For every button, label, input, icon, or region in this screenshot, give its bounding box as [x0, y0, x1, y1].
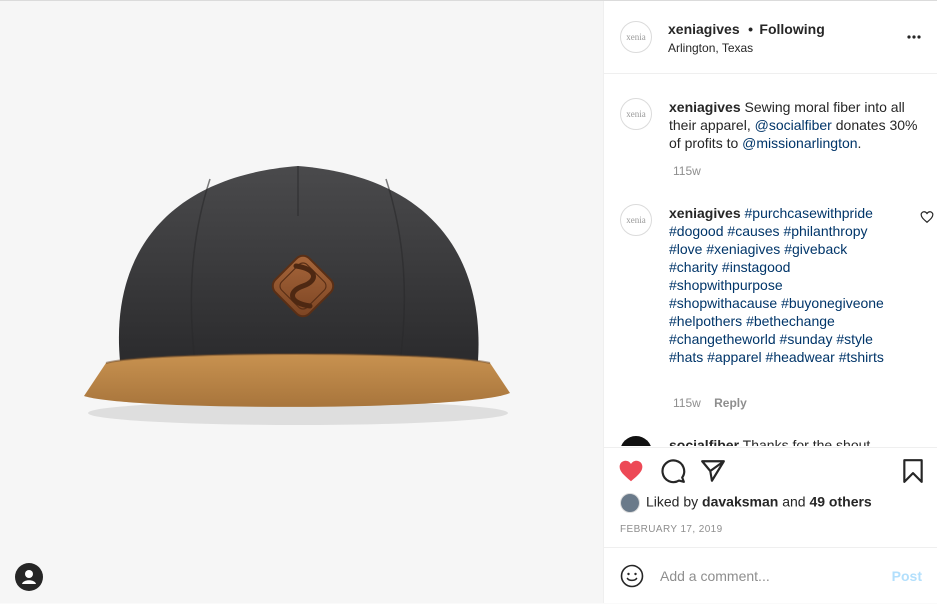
mention-link[interactable]: @socialfiber: [755, 117, 832, 133]
like-comment-heart-icon[interactable]: [920, 210, 934, 224]
hashtag-link[interactable]: #causes: [727, 223, 779, 239]
hashtag-link[interactable]: #helpothers: [669, 313, 742, 329]
hashtag-link[interactable]: #style: [836, 331, 873, 347]
avatar-text: xenia: [626, 32, 646, 42]
post-sidebar: xenia xeniagives • Following Arlington, …: [603, 1, 937, 603]
hashtag-link[interactable]: #dogood: [669, 223, 724, 239]
comment-body: Thanks for the shout: [742, 437, 871, 446]
hashtag-link[interactable]: #tshirts: [839, 349, 884, 365]
following-button[interactable]: Following: [759, 21, 824, 37]
cap-photo: [84, 166, 510, 425]
hashtag-link[interactable]: #giveback: [784, 241, 847, 257]
comment-username[interactable]: socialfiber: [669, 437, 739, 446]
hashtag-link[interactable]: #sunday: [780, 331, 833, 347]
comment-body: .: [857, 135, 862, 151]
username-link[interactable]: xeniagives: [668, 21, 740, 37]
hashtag-link[interactable]: #bethechange: [746, 313, 835, 329]
avatar-text: xenia: [626, 215, 646, 225]
comment-icon[interactable]: [660, 458, 686, 484]
likes-prefix: Liked by: [646, 493, 703, 510]
header-title-row: xeniagives • Following: [668, 21, 825, 39]
bookmark-icon[interactable]: [900, 458, 926, 484]
hashtag-link[interactable]: #love: [669, 241, 702, 257]
emoji-icon[interactable]: [620, 564, 644, 588]
post-date[interactable]: FEBRUARY 17, 2019: [620, 524, 723, 535]
post-actions: Liked by davaksman and 49 others FEBRUAR…: [604, 447, 937, 548]
reply-button[interactable]: Reply: [714, 396, 747, 410]
comment-age[interactable]: 115w: [673, 164, 701, 178]
separator-dot: •: [748, 21, 753, 37]
comment-age[interactable]: 115w: [673, 396, 701, 410]
hashtag-link[interactable]: #charity: [669, 259, 718, 275]
hashtag-link[interactable]: #instagood: [722, 259, 791, 275]
user-tag-icon[interactable]: [15, 563, 43, 591]
mention-link[interactable]: @missionarlington: [742, 135, 857, 151]
liker-avatar[interactable]: [620, 493, 640, 513]
more-options-icon[interactable]: [906, 29, 922, 45]
instagram-post: xenia xeniagives • Following Arlington, …: [0, 0, 937, 603]
partial-comment: socialfiber Thanks for the shout: [620, 434, 920, 446]
add-comment-bar: Add a comment... Post: [604, 547, 937, 604]
comment-username[interactable]: xeniagives: [669, 205, 741, 221]
hashtag-link[interactable]: #hats: [669, 349, 703, 365]
heart-filled-icon[interactable]: [618, 458, 644, 484]
hashtag-link[interactable]: #buyonegiveone: [781, 295, 884, 311]
post-media[interactable]: [0, 1, 603, 603]
hashtag-link[interactable]: #apparel: [707, 349, 762, 365]
avatar[interactable]: xenia: [620, 21, 652, 53]
caption-comment: xenia xeniagives Sewing moral fiber into…: [620, 98, 920, 188]
comment-text: socialfiber Thanks for the shout: [669, 436, 924, 446]
hashtag-link[interactable]: #changetheworld: [669, 331, 776, 347]
comment-text: xeniagives #purchcasewithpride #dogood #…: [669, 204, 894, 366]
post-header: xenia xeniagives • Following Arlington, …: [604, 1, 937, 74]
share-icon[interactable]: [700, 458, 726, 484]
avatar[interactable]: xenia: [620, 98, 652, 130]
hashtag-comment: xenia xeniagives #purchcasewithpride #do…: [620, 204, 934, 414]
hashtag-link[interactable]: #xeniagives: [706, 241, 780, 257]
post-button[interactable]: Post: [892, 568, 922, 584]
avatar[interactable]: [620, 436, 652, 446]
likes-line: Liked by davaksman and 49 others: [620, 493, 872, 513]
hashtag-link[interactable]: #headwear: [766, 349, 835, 365]
likes-others-link[interactable]: 49 others: [809, 494, 871, 510]
avatar-text: xenia: [626, 109, 646, 119]
comment-text: xeniagives Sewing moral fiber into all t…: [669, 98, 924, 152]
avatar[interactable]: xenia: [620, 204, 652, 236]
comment-input[interactable]: Add a comment...: [660, 568, 770, 584]
comment-username[interactable]: xeniagives: [669, 99, 741, 115]
hashtag-link[interactable]: #philanthropy: [783, 223, 867, 239]
comment-meta: 115w Reply: [673, 396, 747, 410]
location-link[interactable]: Arlington, Texas: [668, 41, 753, 55]
liker-username[interactable]: davaksman: [702, 494, 778, 510]
hashtag-link[interactable]: #purchcasewithpride: [745, 205, 873, 221]
hashtag-link[interactable]: #shopwithacause: [669, 295, 777, 311]
hashtag-link[interactable]: #shopwithpurpose: [669, 277, 783, 293]
likes-middle: and: [778, 493, 810, 510]
comments-list: xenia xeniagives Sewing moral fiber into…: [604, 74, 937, 446]
